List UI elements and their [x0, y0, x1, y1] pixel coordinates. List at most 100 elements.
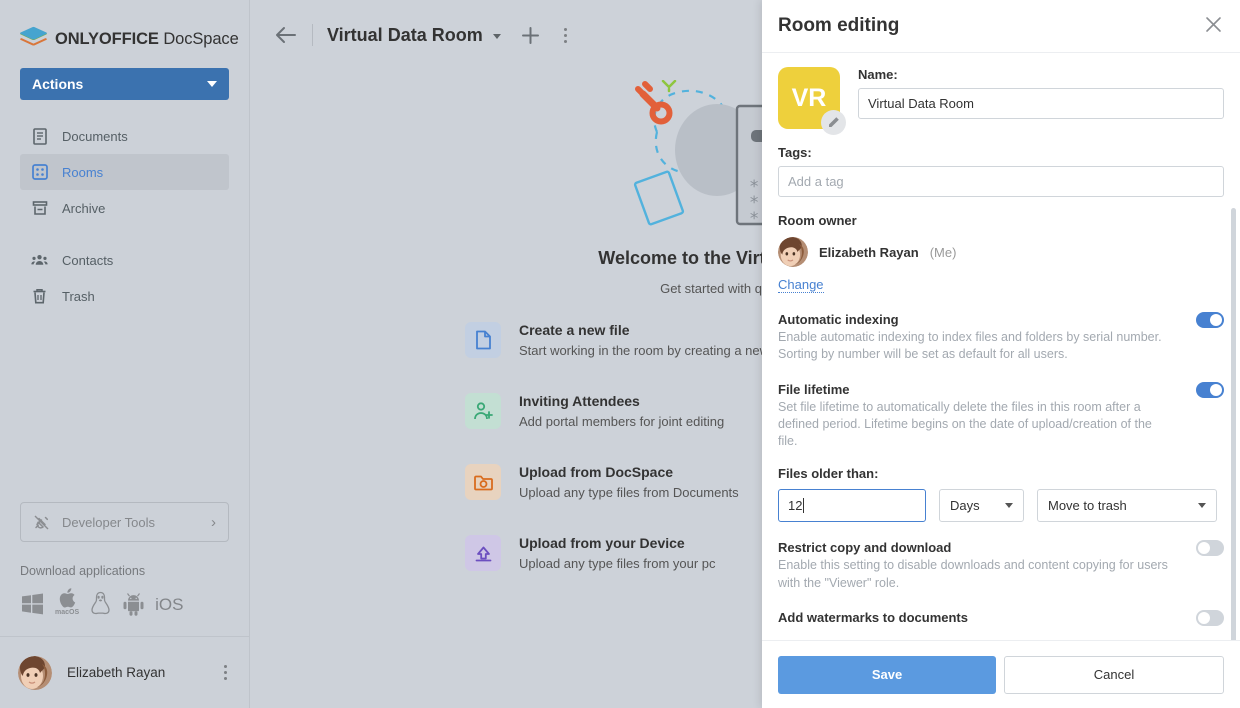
user-profile-bar[interactable]: Elizabeth Rayan	[0, 636, 249, 708]
chevron-down-icon	[1198, 503, 1206, 509]
list-item-desc: Upload any type files from your pc	[519, 556, 716, 571]
sidebar-nav: Documents Rooms Archive Contacts Trash	[0, 118, 249, 314]
pencil-icon[interactable]	[821, 110, 846, 135]
download-applications-title: Download applications	[20, 564, 146, 578]
room-owner-name: Elizabeth Rayan	[819, 244, 919, 260]
lifetime-unit-select[interactable]: Days	[939, 489, 1024, 523]
room-owner-me: (Me)	[929, 244, 957, 260]
ios-icon[interactable]: iOS	[155, 595, 183, 615]
room-avatar[interactable]: VR	[778, 67, 846, 135]
sidebar-item-documents[interactable]: Documents	[20, 118, 229, 154]
panel-header: Room editing	[762, 0, 1240, 53]
room-owner-label: Room owner	[778, 213, 857, 228]
files-older-than-label: Files older than:	[778, 466, 879, 482]
brand[interactable]: ONLYOFFICE DocSpace	[0, 0, 249, 58]
sidebar-item-archive[interactable]: Archive	[20, 190, 229, 226]
lifetime-action-select[interactable]: Move to trash	[1037, 489, 1217, 523]
rooms-grid-icon	[31, 164, 48, 181]
actions-button[interactable]: Actions	[20, 68, 229, 100]
actions-button-label: Actions	[32, 76, 84, 92]
chevron-right-icon: ›	[211, 513, 216, 531]
sidebar-item-label: Trash	[62, 288, 95, 304]
kebab-menu-icon[interactable]	[563, 27, 567, 43]
tags-input[interactable]	[778, 166, 1224, 197]
room-editing-panel: Room editing VR Name: Tags	[762, 0, 1240, 708]
avatar	[778, 237, 808, 267]
panel-footer: Save Cancel	[762, 640, 1240, 708]
panel-title: Room editing	[778, 15, 900, 36]
brand-light: DocSpace	[163, 29, 239, 48]
change-owner-link[interactable]: Change	[778, 277, 824, 293]
user-name: Elizabeth Rayan	[67, 665, 166, 680]
add-watermarks-toggle[interactable]	[1196, 609, 1224, 626]
brand-bold: ONLYOFFICE	[55, 29, 159, 48]
setting-add-watermarks: Add watermarks to documents	[778, 609, 1224, 626]
contacts-people-icon	[31, 252, 48, 269]
sidebar-item-label: Archive	[62, 200, 106, 216]
brand-text: ONLYOFFICE DocSpace	[55, 30, 239, 49]
files-older-than-value: 12	[788, 498, 803, 514]
room-name-field: Name:	[858, 67, 1224, 119]
windows-icon[interactable]	[20, 591, 45, 616]
kebab-menu-icon[interactable]	[220, 661, 231, 684]
close-icon[interactable]	[1203, 12, 1224, 41]
list-item-title: Create a new file	[519, 322, 630, 338]
upload-device-icon	[465, 535, 501, 571]
setting-automatic-indexing: Automatic indexing Enable automatic inde…	[778, 312, 1224, 364]
list-item-desc: Start working in the room by creating a …	[519, 343, 790, 358]
lifetime-unit-value: Days	[950, 498, 980, 514]
arrow-left-icon[interactable]	[274, 26, 298, 44]
file-lifetime-toggle[interactable]	[1196, 381, 1224, 398]
macos-apple-icon[interactable]: macOS	[55, 586, 79, 616]
room-name-input[interactable]	[858, 88, 1224, 119]
panel-body: VR Name: Tags: Room owner	[762, 53, 1240, 640]
sidebar-item-rooms[interactable]: Rooms	[20, 154, 229, 190]
download-applications: Download applications macOS iOS	[20, 564, 229, 616]
room-name-row: VR Name:	[778, 67, 1224, 135]
chevron-down-icon[interactable]	[492, 34, 501, 39]
save-button[interactable]: Save	[778, 655, 996, 694]
cancel-button[interactable]: Cancel	[1004, 655, 1224, 694]
new-file-icon	[465, 322, 501, 358]
setting-title: File lifetime	[778, 381, 850, 397]
files-older-than-row: 12 Days Move to trash	[778, 489, 1224, 523]
setting-desc: Enable automatic indexing to index files…	[778, 330, 1162, 362]
list-item-title: Upload from your Device	[519, 535, 685, 551]
avatar	[18, 655, 52, 690]
sidebar-item-trash[interactable]: Trash	[20, 278, 229, 314]
sidebar: ONLYOFFICE DocSpace Actions Documents Ro…	[0, 0, 250, 708]
room-owner-row: Elizabeth Rayan (Me)	[778, 237, 1224, 267]
macos-label: macOS	[55, 609, 80, 616]
page-title[interactable]: Virtual Data Room	[327, 25, 483, 46]
chevron-down-icon	[207, 81, 217, 87]
developer-tools-label: Developer Tools	[62, 514, 155, 530]
setting-title: Automatic indexing	[778, 312, 899, 327]
lifetime-action-value: Move to trash	[1048, 498, 1127, 514]
download-platform-list: macOS iOS	[20, 586, 229, 616]
files-older-than-input[interactable]: 12	[778, 489, 926, 523]
setting-restrict-copy-download: Restrict copy and download Enable this s…	[778, 540, 1224, 592]
setting-desc: Set file lifetime to automatically delet…	[778, 399, 1152, 449]
developer-tools-button[interactable]: Developer Tools ›	[20, 502, 229, 542]
setting-desc: Enable this setting to disable downloads…	[778, 558, 1168, 590]
android-icon[interactable]	[122, 592, 145, 616]
sidebar-item-contacts[interactable]: Contacts	[20, 242, 229, 278]
divider	[312, 24, 313, 46]
plus-icon[interactable]	[521, 26, 540, 45]
chevron-down-icon	[1005, 503, 1013, 509]
onlyoffice-layers-logo	[20, 26, 47, 52]
document-icon	[31, 127, 48, 145]
linux-penguin-icon[interactable]	[89, 591, 112, 616]
text-cursor	[803, 498, 805, 514]
archive-box-icon	[31, 200, 48, 217]
panel-scrollbar[interactable]	[1231, 208, 1236, 640]
sidebar-item-label: Documents	[62, 128, 128, 144]
setting-title: Add watermarks to documents	[778, 609, 968, 625]
automatic-indexing-toggle[interactable]	[1196, 312, 1224, 328]
setting-file-lifetime: File lifetime Set file lifetime to autom…	[778, 381, 1224, 451]
invite-user-icon	[465, 393, 501, 429]
restrict-copy-download-toggle[interactable]	[1196, 540, 1224, 557]
room-avatar-initials: VR	[791, 83, 827, 112]
list-item-title: Upload from DocSpace	[519, 464, 674, 480]
list-item-desc: Upload any type files from Documents	[519, 485, 739, 500]
